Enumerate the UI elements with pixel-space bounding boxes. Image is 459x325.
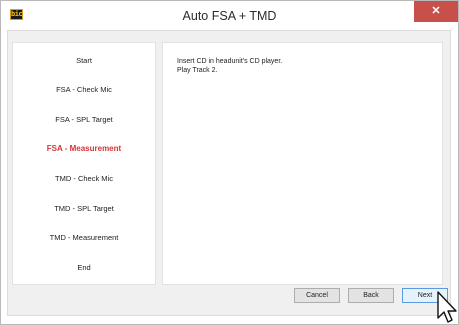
instructions-panel: Insert CD in headunit's CD player. Play … bbox=[162, 42, 443, 285]
instruction-line-2: Play Track 2. bbox=[177, 67, 218, 74]
step-tmd-check-mic: TMD - Check Mic bbox=[55, 174, 113, 183]
title-bar[interactable]: bic Auto FSA + TMD ✕ bbox=[1, 1, 458, 31]
instruction-line-1: Insert CD in headunit's CD player. bbox=[177, 58, 283, 65]
step-tmd-measurement: TMD - Measurement bbox=[49, 233, 119, 242]
steps-panel: Start FSA - Check Mic FSA - SPL Target F… bbox=[12, 42, 156, 285]
step-fsa-check-mic: FSA - Check Mic bbox=[56, 85, 112, 94]
step-start: Start bbox=[76, 56, 92, 65]
step-fsa-spl-target: FSA - SPL Target bbox=[55, 115, 113, 124]
step-tmd-spl-target: TMD - SPL Target bbox=[54, 204, 114, 213]
step-fsa-measurement: FSA - Measurement bbox=[46, 144, 122, 153]
window-title: Auto FSA + TMD bbox=[182, 9, 277, 23]
mouse-pointer-icon bbox=[437, 291, 457, 323]
close-button[interactable]: ✕ bbox=[414, 1, 458, 22]
back-button[interactable]: Back bbox=[348, 288, 394, 303]
cancel-button[interactable]: Cancel bbox=[294, 288, 340, 303]
instructions-text: Insert CD in headunit's CD player. Play … bbox=[177, 57, 282, 75]
close-icon: ✕ bbox=[431, 5, 441, 17]
step-end: End bbox=[77, 263, 91, 272]
